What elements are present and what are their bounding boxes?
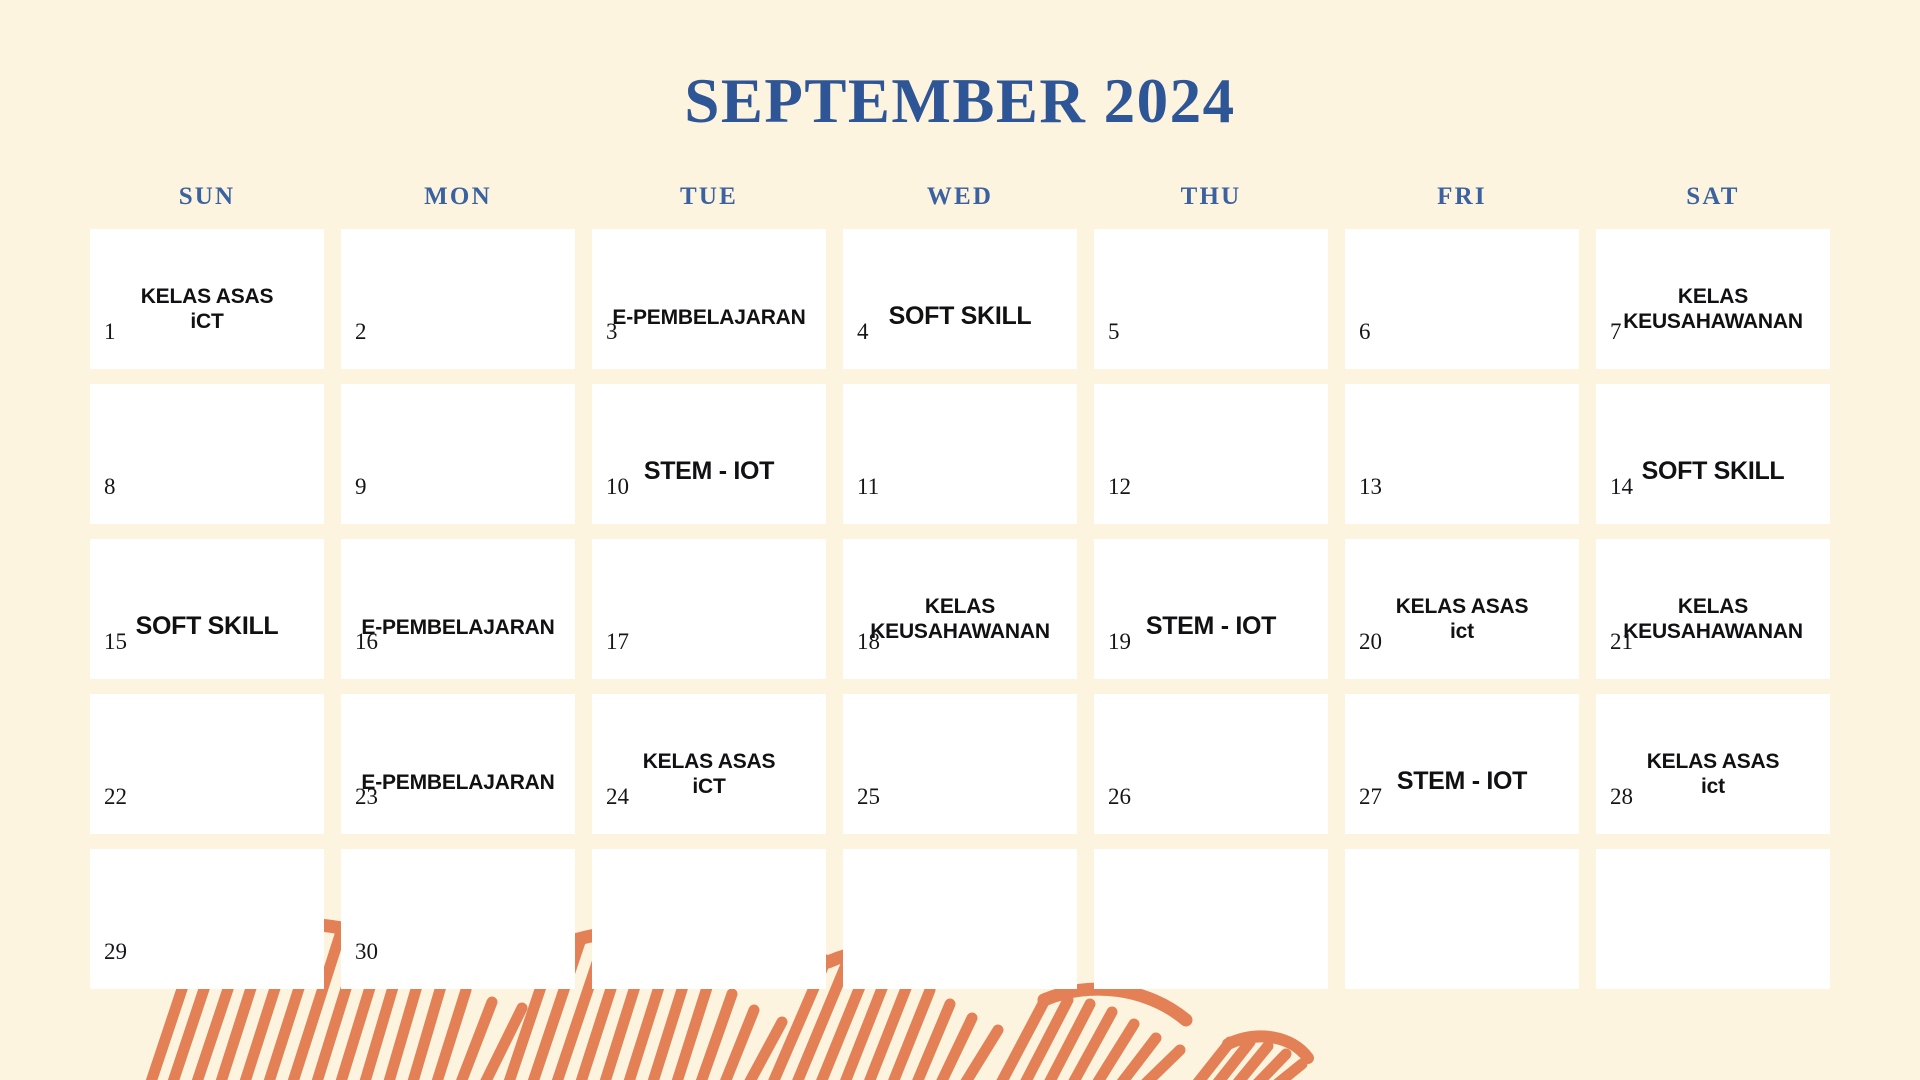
calendar-week-row: SOFT SKILL 15 E-PEMBELAJARAN 16 17 KELAS KEUS… (90, 539, 1830, 679)
calendar-day-cell[interactable]: 22 (90, 694, 324, 834)
calendar-day-number: 4 (857, 319, 869, 344)
calendar-cell-blank[interactable] (1094, 849, 1328, 989)
calendar-grid: SUN MON TUE WED THU FRI SAT KELAS ASAS iCT 1 2 E-… (90, 183, 1830, 989)
calendar-day-cell[interactable]: KELAS KEUSAHAWANAN 18 (843, 539, 1077, 679)
calendar-day-cell[interactable]: 30 (341, 849, 575, 989)
calendar-week-row: 29 30 (90, 849, 1830, 989)
calendar-day-number: 27 (1359, 784, 1382, 809)
calendar-day-cell[interactable]: SOFT SKILL 14 (1596, 384, 1830, 524)
weekday-header-sat: SAT (1686, 183, 1740, 210)
calendar-day-number: 8 (104, 474, 116, 499)
calendar-day-cell[interactable]: 13 (1345, 384, 1579, 524)
calendar-day-cell[interactable]: KELAS ASAS ict 28 (1596, 694, 1830, 834)
calendar-day-cell[interactable]: 6 (1345, 229, 1579, 369)
calendar-day-cell[interactable]: KELAS KEUSAHAWANAN 21 (1596, 539, 1830, 679)
calendar-day-number: 20 (1359, 629, 1382, 654)
calendar-day-number: 26 (1108, 784, 1131, 809)
weekday-header-fri: FRI (1437, 183, 1487, 210)
calendar-week-row: KELAS ASAS iCT 1 2 E-PEMBELAJARAN 3 SOFT SKIL… (90, 229, 1830, 369)
calendar-day-number: 19 (1108, 629, 1131, 654)
calendar-day-cell[interactable]: E-PEMBELAJARAN 23 (341, 694, 575, 834)
weekday-header-mon: MON (424, 183, 492, 210)
weekday-header-sun: SUN (178, 183, 236, 210)
calendar-day-number: 12 (1108, 474, 1131, 499)
calendar-day-cell[interactable]: STEM - IOT 19 (1094, 539, 1328, 679)
calendar-day-number: 28 (1610, 784, 1633, 809)
calendar-event-label: KELAS ASAS iCT (140, 285, 274, 334)
calendar-day-number: 5 (1108, 319, 1120, 344)
calendar-day-number: 25 (857, 784, 880, 809)
weekday-header-row: SUN MON TUE WED THU FRI SAT (90, 183, 1830, 211)
calendar-week-row: 8 9 STEM - IOT 10 11 12 13 SOFT SKILL 14 (90, 384, 1830, 524)
calendar-day-cell[interactable]: 5 (1094, 229, 1328, 369)
calendar-day-cell[interactable]: KELAS ASAS iCT 1 (90, 229, 324, 369)
calendar-day-number: 7 (1610, 319, 1622, 344)
page-title: SEPTEMBER 2024 (684, 66, 1236, 136)
weekday-header-thu: THU (1180, 183, 1242, 210)
calendar-day-cell[interactable]: KELAS KEUSAHAWANAN 7 (1596, 229, 1830, 369)
weekday-header-wed: WED (926, 183, 994, 210)
calendar-day-number: 21 (1610, 629, 1633, 654)
calendar-cell-blank[interactable] (1345, 849, 1579, 989)
calendar-day-number: 13 (1359, 474, 1382, 499)
calendar-day-number: 15 (104, 629, 127, 654)
calendar-day-cell[interactable]: 25 (843, 694, 1077, 834)
calendar-day-number: 11 (857, 474, 880, 499)
calendar-event-label: SOFT SKILL (888, 301, 1032, 330)
calendar-page: SEPTEMBER 2024 SUN MON TUE WED THU FRI SAT KEL… (0, 0, 1920, 1080)
calendar-day-cell[interactable]: STEM - IOT 10 (592, 384, 826, 524)
calendar-day-number: 24 (606, 784, 629, 809)
calendar-cell-blank[interactable] (1596, 849, 1830, 989)
calendar-day-cell[interactable]: 11 (843, 384, 1077, 524)
calendar-day-number: 18 (857, 629, 880, 654)
calendar-day-cell[interactable]: E-PEMBELAJARAN 16 (341, 539, 575, 679)
calendar-day-number: 29 (104, 939, 127, 964)
calendar-day-number: 17 (606, 629, 629, 654)
calendar-day-number: 16 (355, 629, 378, 654)
calendar-day-number: 22 (104, 784, 127, 809)
calendar-day-number: 23 (355, 784, 378, 809)
calendar-event-label: E-PEMBELAJARAN (612, 306, 806, 330)
calendar-day-cell[interactable]: 9 (341, 384, 575, 524)
calendar-day-number: 30 (355, 939, 378, 964)
calendar-day-number: 6 (1359, 319, 1371, 344)
calendar-day-number: 14 (1610, 474, 1633, 499)
calendar-day-cell[interactable]: KELAS ASAS iCT 24 (592, 694, 826, 834)
calendar-event-label: KELAS KEUSAHAWANAN (1623, 285, 1803, 334)
calendar-day-cell[interactable]: SOFT SKILL 4 (843, 229, 1077, 369)
calendar-day-number: 10 (606, 474, 629, 499)
calendar-day-number: 9 (355, 474, 367, 499)
calendar-cell-blank[interactable] (592, 849, 826, 989)
calendar-day-cell[interactable]: 12 (1094, 384, 1328, 524)
calendar-day-cell[interactable]: SOFT SKILL 15 (90, 539, 324, 679)
calendar-day-cell[interactable]: KELAS ASAS ict 20 (1345, 539, 1579, 679)
calendar-day-number: 2 (355, 319, 367, 344)
weekday-header-tue: TUE (679, 183, 738, 210)
calendar-week-row: 22 E-PEMBELAJARAN 23 KELAS ASAS iCT 24 25 26 ST… (90, 694, 1830, 834)
calendar-day-cell[interactable]: STEM - IOT 27 (1345, 694, 1579, 834)
calendar-day-cell[interactable]: 29 (90, 849, 324, 989)
calendar-day-cell[interactable]: E-PEMBELAJARAN 3 (592, 229, 826, 369)
calendar-day-cell[interactable]: 2 (341, 229, 575, 369)
calendar-day-number: 1 (104, 319, 116, 344)
calendar-day-number: 3 (606, 319, 618, 344)
calendar-day-cell[interactable]: 17 (592, 539, 826, 679)
calendar-cell-blank[interactable] (843, 849, 1077, 989)
calendar-day-cell[interactable]: 26 (1094, 694, 1328, 834)
calendar-day-cell[interactable]: 8 (90, 384, 324, 524)
calendar-weeks: KELAS ASAS iCT 1 2 E-PEMBELAJARAN 3 SOFT SKIL… (90, 229, 1830, 989)
